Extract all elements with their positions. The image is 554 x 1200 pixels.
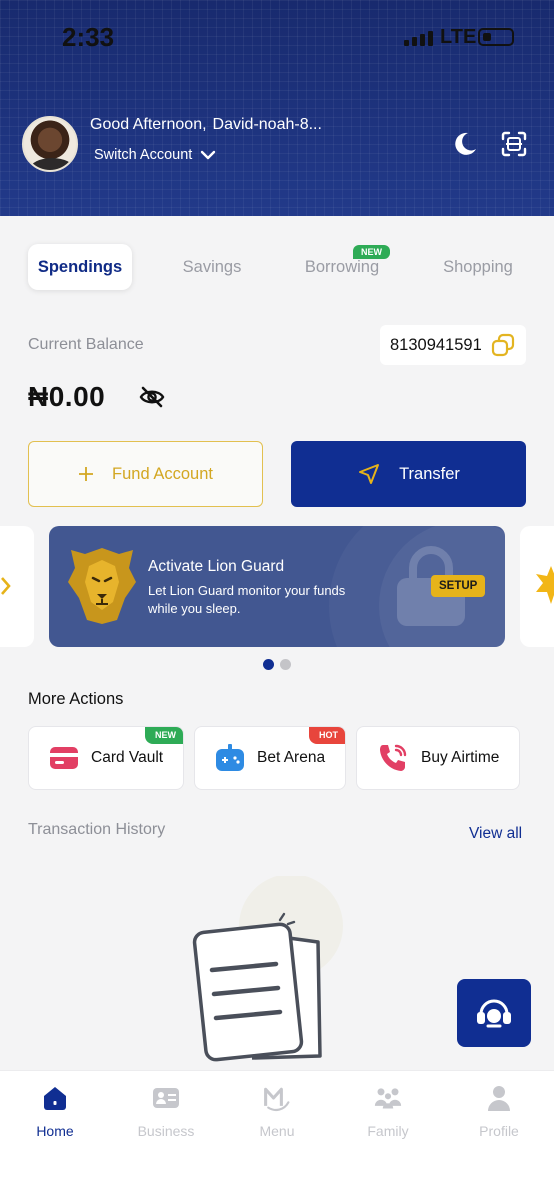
nav-profile[interactable]: Profile	[444, 1083, 554, 1139]
eye-off-icon[interactable]	[138, 385, 166, 409]
lion-guard-banner[interactable]: Activate Lion Guard Let Lion Guard monit…	[49, 526, 505, 647]
view-all-link[interactable]: View all	[469, 825, 522, 843]
switch-account-label: Switch Account	[94, 147, 193, 163]
moon-icon[interactable]	[451, 130, 479, 158]
buy-airtime-button[interactable]: Buy Airtime	[356, 726, 520, 790]
chevron-down-icon	[201, 150, 216, 160]
home-icon	[44, 1087, 66, 1110]
scan-icon[interactable]	[500, 130, 528, 158]
card-icon	[50, 747, 78, 769]
profile-icon	[488, 1086, 510, 1111]
nav-home-label: Home	[36, 1123, 74, 1139]
carousel-dot[interactable]	[280, 659, 291, 670]
send-icon	[359, 464, 380, 484]
card-vault-label: Card Vault	[91, 749, 164, 766]
fund-account-label: Fund Account	[112, 464, 213, 483]
family-icon	[374, 1088, 402, 1109]
greeting-text: Good Afternoon,	[90, 116, 207, 133]
nav-menu-label: Menu	[259, 1123, 295, 1139]
headset-icon	[477, 999, 511, 1028]
empty-documents-icon	[192, 876, 343, 1062]
nav-profile-label: Profile	[479, 1123, 519, 1139]
transfer-label: Transfer	[399, 464, 460, 483]
account-number-copy[interactable]: 8130941591	[380, 325, 526, 365]
fund-account-button[interactable]: Fund Account	[28, 441, 263, 507]
bet-arena-label: Bet Arena	[257, 749, 326, 766]
balance-amount: ₦0.00	[28, 381, 106, 412]
account-tabs: Spendings Savings Borrowing NEW Shopping	[0, 244, 554, 292]
business-card-icon	[153, 1088, 179, 1108]
banner-title: Activate Lion Guard	[148, 558, 285, 575]
network-type: LTE	[440, 26, 477, 48]
transfer-button[interactable]: Transfer	[291, 441, 526, 507]
avatar[interactable]	[22, 116, 78, 172]
carousel-prev-card[interactable]	[0, 526, 34, 647]
plus-icon	[79, 467, 94, 481]
nav-home[interactable]: Home	[0, 1083, 110, 1139]
bottom-nav: Home Business Menu Family Profile	[0, 1070, 554, 1200]
card-vault-button[interactable]: Card Vault NEW	[28, 726, 184, 790]
battery-icon	[478, 28, 514, 46]
support-button[interactable]	[457, 979, 531, 1047]
starburst-icon	[536, 566, 554, 604]
new-badge: NEW	[353, 245, 390, 259]
lion-icon	[68, 548, 136, 624]
carousel-dots	[263, 659, 291, 670]
user-name: David-noah-8...	[212, 116, 322, 133]
account-number: 8130941591	[390, 335, 482, 354]
buy-airtime-label: Buy Airtime	[421, 749, 500, 766]
nav-business-label: Business	[137, 1123, 195, 1139]
tab-savings[interactable]: Savings	[170, 244, 254, 290]
nav-family-label: Family	[367, 1123, 409, 1139]
status-time: 2:33	[62, 22, 115, 52]
banner-description: Let Lion Guard monitor your funds while …	[148, 583, 346, 616]
tab-shopping[interactable]: Shopping	[432, 244, 524, 290]
carousel-dot-active[interactable]	[263, 659, 274, 670]
switch-account-button[interactable]: Switch Account	[94, 147, 216, 163]
phone-call-icon	[380, 744, 407, 771]
status-bar: 2:33 LTE	[0, 0, 554, 72]
nav-menu[interactable]: Menu	[222, 1083, 332, 1139]
game-controller-icon	[216, 744, 244, 771]
hot-badge: HOT	[309, 727, 345, 744]
nav-business[interactable]: Business	[111, 1083, 221, 1139]
nav-family[interactable]: Family	[333, 1083, 443, 1139]
app-header: 2:33 LTE Good Afternoon, David-noah-8... …	[0, 0, 554, 216]
m-logo-icon	[264, 1087, 290, 1112]
tab-spendings[interactable]: Spendings	[28, 244, 132, 290]
signal-icon	[404, 30, 433, 46]
more-actions-title: More Actions	[28, 690, 124, 708]
bet-arena-button[interactable]: Bet Arena HOT	[194, 726, 346, 790]
new-badge: NEW	[145, 727, 183, 744]
greeting: Good Afternoon, David-noah-8...	[90, 116, 322, 134]
transaction-history-title: Transaction History	[28, 821, 166, 838]
setup-button[interactable]: SETUP	[431, 575, 486, 597]
carousel-next-card[interactable]	[520, 526, 554, 647]
chevron-right-icon	[1, 577, 11, 595]
balance-label: Current Balance	[28, 336, 144, 353]
copy-icon	[491, 333, 514, 357]
